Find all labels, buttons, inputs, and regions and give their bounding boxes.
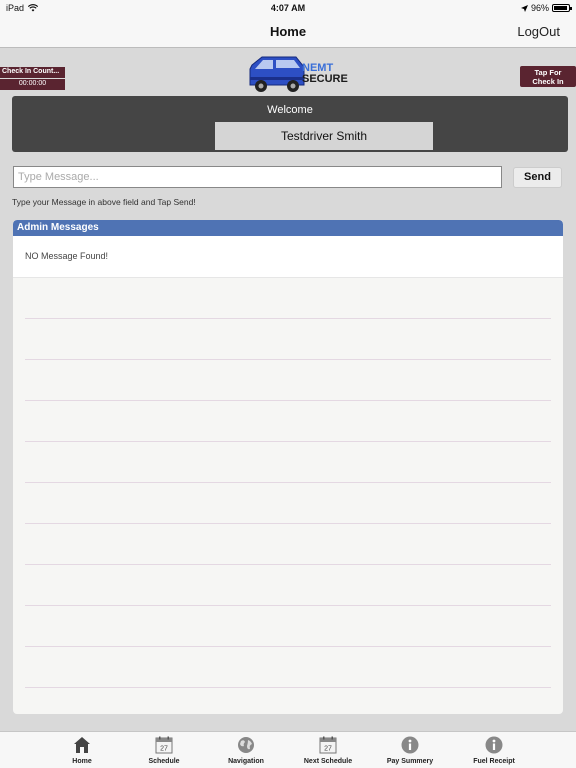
page-title: Home xyxy=(269,24,307,39)
tab-fuel-receipt[interactable]: Fuel Receipt xyxy=(459,735,529,765)
calendar-icon: 27 xyxy=(319,736,337,754)
admin-messages-header: Admin Messages xyxy=(13,220,563,236)
welcome-panel: Welcome Testdriver Smith xyxy=(12,96,568,152)
tab-bar: Home 27 Schedule Navigation 27 Next Sche… xyxy=(0,731,576,768)
tab-next-schedule[interactable]: 27 Next Schedule xyxy=(293,735,363,765)
tab-pay-summery[interactable]: Pay Summery xyxy=(375,735,445,765)
status-bar: iPad 4:07 AM 96% xyxy=(0,0,576,16)
check-in-counter: Check In Count... 00:00:00 xyxy=(0,67,65,90)
status-time: 4:07 AM xyxy=(270,3,306,13)
message-list-lines[interactable] xyxy=(25,278,551,714)
admin-messages-panel: Admin Messages NO Message Found! xyxy=(13,220,563,714)
logo-text-secure: SECURE xyxy=(302,73,348,85)
welcome-title: Welcome xyxy=(267,104,313,116)
globe-icon xyxy=(238,737,254,753)
home-icon xyxy=(74,737,90,753)
nemt-secure-logo: NEMT SECURE xyxy=(246,53,350,95)
message-input[interactable] xyxy=(13,166,502,188)
driver-name: Testdriver Smith xyxy=(215,122,433,150)
info-icon xyxy=(485,736,503,754)
check-in-count-label: Check In Count... xyxy=(0,67,65,78)
battery-icon xyxy=(552,4,572,12)
tap-check-in-button[interactable]: Tap For Check In xyxy=(520,66,576,87)
navigation-bar: Home LogOut xyxy=(0,16,576,48)
send-button[interactable]: Send xyxy=(513,167,562,188)
svg-text:27: 27 xyxy=(160,746,168,753)
tab-navigation[interactable]: Navigation xyxy=(211,735,281,765)
battery-percent: 96% xyxy=(530,3,549,13)
info-icon xyxy=(401,736,419,754)
tab-home[interactable]: Home xyxy=(47,735,117,765)
message-hint: Type your Message in above field and Tap… xyxy=(12,197,196,207)
svg-text:27: 27 xyxy=(324,746,332,753)
tab-schedule[interactable]: 27 Schedule xyxy=(129,735,199,765)
list-item: NO Message Found! xyxy=(13,236,563,278)
calendar-icon: 27 xyxy=(155,736,173,754)
location-arrow-icon xyxy=(520,4,528,12)
logout-button[interactable]: LogOut xyxy=(517,24,560,39)
check-in-count-value: 00:00:00 xyxy=(0,79,65,90)
van-icon xyxy=(249,56,305,92)
